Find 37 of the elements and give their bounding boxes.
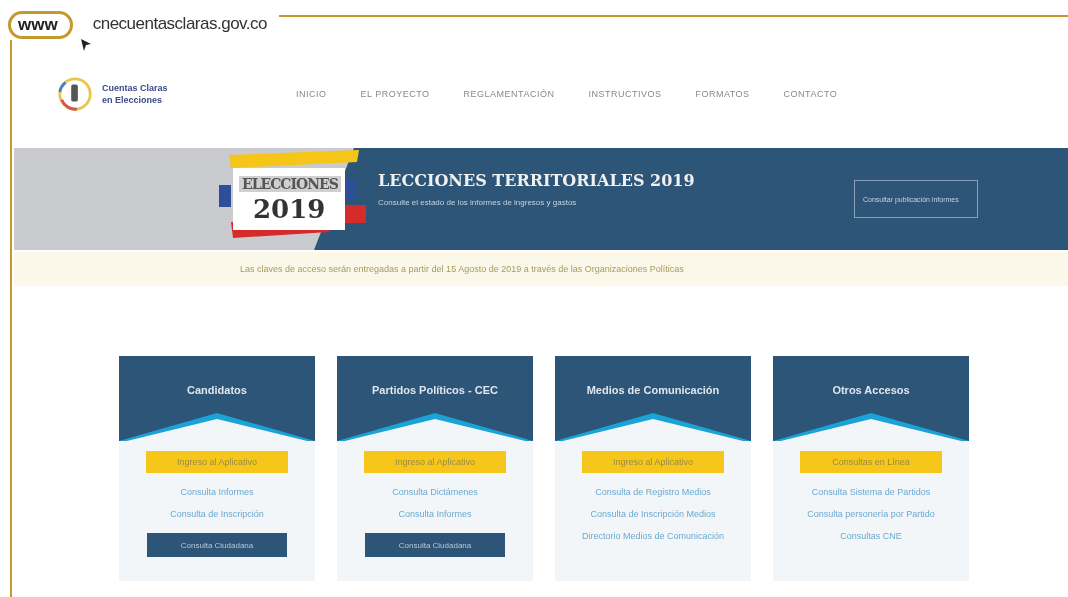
card-title: Medios de Comunicación [586, 384, 720, 396]
nav-link[interactable]: FORMATOS [695, 89, 750, 99]
logo-icon [56, 75, 94, 113]
citizen-button[interactable]: Consulta Ciudadana [147, 533, 287, 557]
card-title: Partidos Políticos - CEC [372, 384, 498, 396]
card-link[interactable]: Consulta Informes [398, 509, 472, 519]
badge-title: ELECCIONES [239, 176, 341, 192]
site-url: cnecuentasclaras.gov.co [92, 14, 268, 34]
logo-text: en Elecciones [102, 94, 164, 106]
card-title: Otros Accesos [832, 384, 910, 396]
card-link[interactable]: Consulta de Inscripción Medios [590, 509, 716, 519]
card-link[interactable]: Consulta Sistema de Partidos [811, 487, 931, 497]
citizen-button[interactable]: Consulta Ciudadana [365, 533, 505, 557]
card-link[interactable]: Consulta personería por Partido [807, 509, 935, 519]
card-link[interactable]: Consulta de Registro Medios [595, 487, 711, 497]
action-button[interactable]: Ingreso al Aplicativo [582, 451, 724, 473]
badge-year: 2019 [253, 194, 326, 224]
cursor-icon [80, 38, 92, 52]
banner-title: LECCIONES TERRITORIALES 2019 [378, 171, 695, 190]
www-badge: www [8, 11, 73, 39]
notice-bar: Las claves de acceso serán entregadas a partir del 15 Agosto de 2019 a través de las Organizaciones Políticas [14, 252, 1068, 286]
action-button[interactable]: Ingreso al Aplicativo [146, 451, 288, 473]
nav-link[interactable]: INICIO [296, 89, 327, 99]
card-link[interactable]: Consulta de Inscripción [170, 509, 264, 519]
logo-text: Cuentas Claras [102, 82, 168, 94]
card-link[interactable]: Consulta Informes [180, 487, 254, 497]
card-link[interactable]: Consultas CNE [840, 531, 902, 541]
card-title: Candidatos [187, 384, 247, 396]
banner-subtitle: Consulte el estado de los informes de ingresos y gastos [378, 198, 578, 207]
nav-link[interactable]: CONTACTO [783, 89, 838, 99]
nav-link[interactable]: INSTRUCTIVOS [588, 89, 662, 99]
card-link[interactable]: Directorio Medios de Comunicación [581, 531, 725, 541]
action-button[interactable]: Consultas en Línea [800, 451, 942, 473]
action-button[interactable]: Ingreso al Aplicativo [364, 451, 506, 473]
nav-link[interactable]: EL PROYECTO [360, 89, 430, 99]
card-link[interactable]: Consulta Dictámenes [392, 487, 478, 497]
nav-link[interactable]: REGLAMENTACIÓN [463, 89, 555, 99]
